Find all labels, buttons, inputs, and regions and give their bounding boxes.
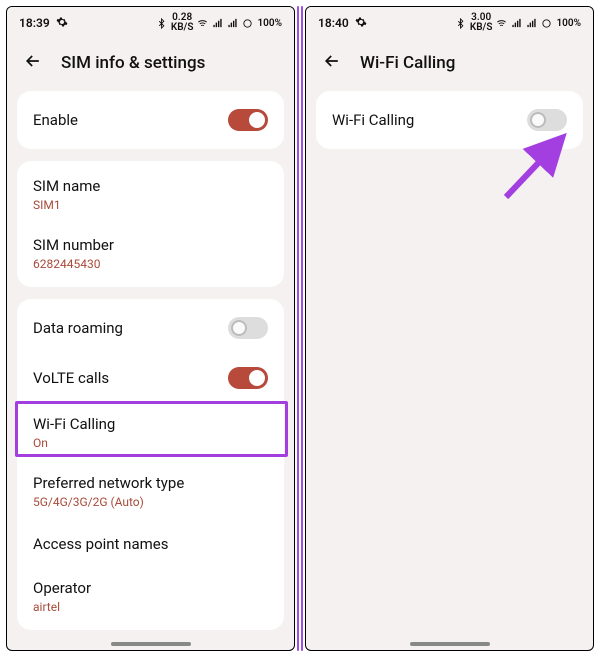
status-bar: 18:40 3.00KB/S 100%	[306, 7, 593, 37]
card-sim: SIM name SIM1 SIM number 6282445430	[17, 161, 284, 287]
signal-icon-2	[227, 18, 238, 29]
row-volte[interactable]: VoLTE calls	[17, 353, 284, 403]
wifi-calling-toggle-label: Wi-Fi Calling	[332, 111, 414, 129]
screenshot-divider-2	[301, 6, 303, 651]
row-enable[interactable]: Enable	[17, 95, 284, 145]
volte-toggle[interactable]	[228, 367, 268, 389]
roaming-label: Data roaming	[33, 319, 123, 337]
pref-net-label: Preferred network type	[33, 474, 184, 492]
card-network: Data roaming VoLTE calls Wi-Fi Calling O…	[17, 299, 284, 630]
operator-label: Operator	[33, 579, 91, 597]
screenshot-divider	[297, 6, 299, 651]
row-operator[interactable]: Operator airtel	[17, 567, 284, 626]
phone-left: 18:39 0.28KB/S 100% SIM info & settings	[6, 6, 295, 651]
gear-icon	[355, 16, 367, 31]
sim-number-value: 6282445430	[33, 257, 100, 271]
card-wifi-toggle: Wi-Fi Calling	[316, 91, 583, 149]
wifi-calling-value: On	[33, 436, 48, 450]
status-time: 18:39	[19, 16, 50, 30]
net-speed: 0.28KB/S	[171, 13, 194, 33]
pref-net-value: 5G/4G/3G/2G (Auto)	[33, 495, 144, 509]
row-roaming[interactable]: Data roaming	[17, 303, 284, 353]
card-enable: Enable	[17, 91, 284, 149]
net-speed: 3.00KB/S	[470, 13, 493, 33]
wifi-calling-toggle[interactable]	[527, 109, 567, 131]
row-apn[interactable]: Access point names	[17, 521, 284, 567]
back-icon[interactable]	[322, 51, 342, 75]
bluetooth-icon	[156, 18, 167, 29]
sim-number-label: SIM number	[33, 236, 114, 254]
header: Wi-Fi Calling	[306, 37, 593, 91]
row-sim-name[interactable]: SIM name SIM1	[17, 165, 284, 224]
enable-toggle[interactable]	[228, 109, 268, 131]
battery-icon	[541, 18, 552, 29]
signal-icon-2	[526, 18, 537, 29]
status-bar: 18:39 0.28KB/S 100%	[7, 7, 294, 37]
roaming-toggle[interactable]	[228, 317, 268, 339]
signal-icon	[212, 18, 223, 29]
row-wifi-calling[interactable]: Wi-Fi Calling On	[17, 403, 284, 462]
row-sim-number[interactable]: SIM number 6282445430	[17, 224, 284, 283]
enable-label: Enable	[33, 111, 78, 129]
wifi-calling-label: Wi-Fi Calling	[33, 415, 115, 433]
apn-label: Access point names	[33, 535, 168, 553]
page-title: Wi-Fi Calling	[360, 53, 455, 73]
row-wifi-calling-toggle[interactable]: Wi-Fi Calling	[316, 95, 583, 145]
operator-value: airtel	[33, 600, 60, 614]
wifi-icon	[197, 18, 208, 29]
sim-name-label: SIM name	[33, 177, 100, 195]
sim-name-value: SIM1	[33, 198, 61, 212]
page-title: SIM info & settings	[61, 53, 205, 73]
bluetooth-icon	[455, 18, 466, 29]
battery-percent: 100%	[257, 18, 282, 29]
status-time: 18:40	[318, 16, 349, 30]
header: SIM info & settings	[7, 37, 294, 91]
volte-label: VoLTE calls	[33, 369, 109, 387]
back-icon[interactable]	[23, 51, 43, 75]
wifi-icon	[496, 18, 507, 29]
battery-icon	[242, 18, 253, 29]
row-pref-net[interactable]: Preferred network type 5G/4G/3G/2G (Auto…	[17, 462, 284, 521]
gear-icon	[56, 16, 68, 31]
battery-percent: 100%	[556, 18, 581, 29]
nav-pill[interactable]	[111, 642, 191, 646]
signal-icon	[511, 18, 522, 29]
nav-pill[interactable]	[410, 642, 490, 646]
phone-right: 18:40 3.00KB/S 100% Wi-Fi Calling	[305, 6, 594, 651]
